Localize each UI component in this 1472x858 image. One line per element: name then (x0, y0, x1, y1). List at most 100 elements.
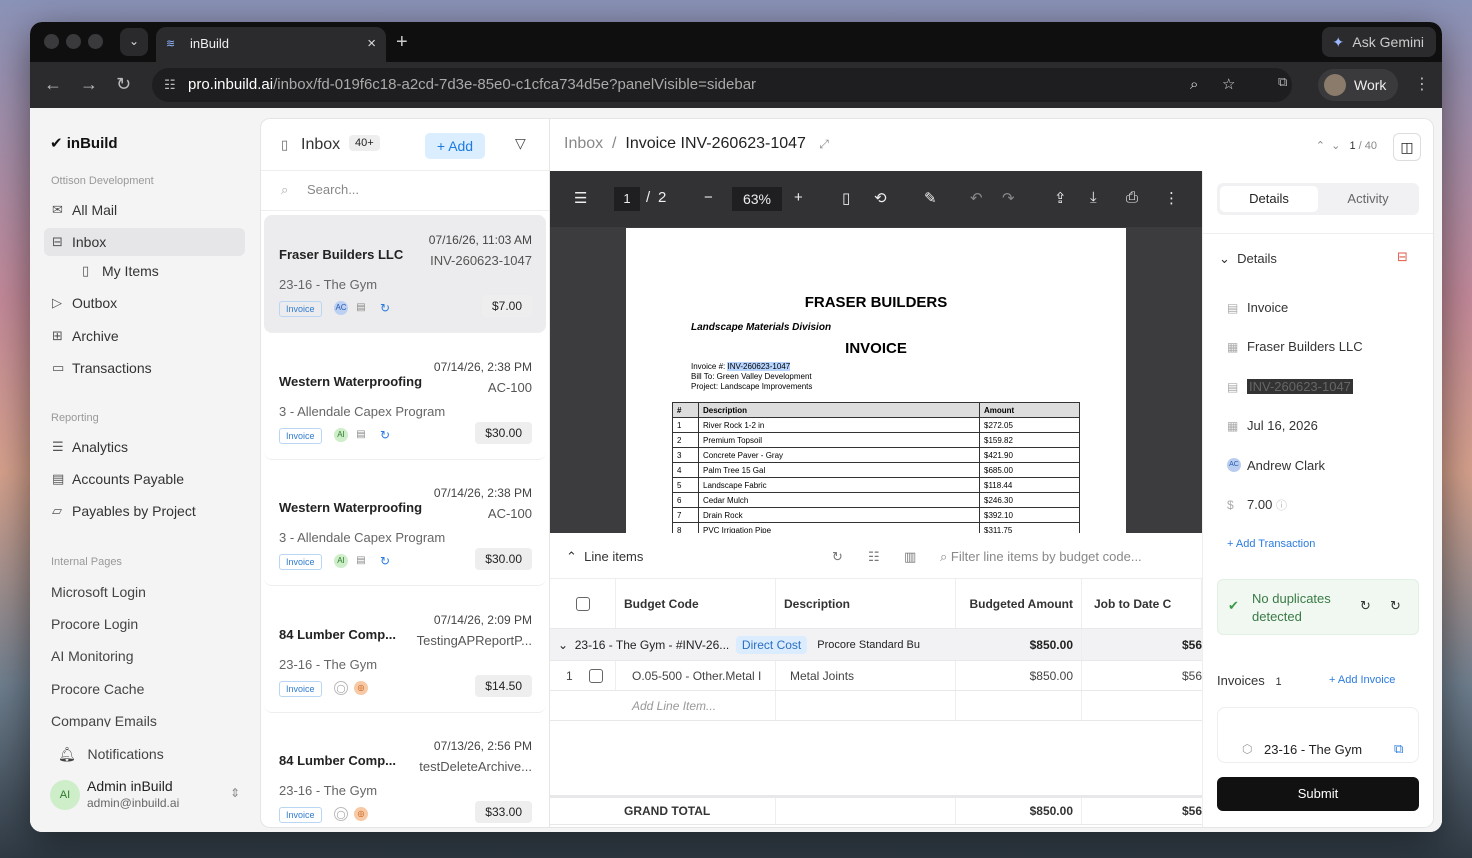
col-budgeted-amount[interactable]: Budgeted Amount (956, 579, 1082, 628)
site-settings-icon[interactable]: ☷ (164, 68, 176, 102)
inbox-item[interactable]: 84 Lumber Comp... 07/13/26, 2:56 PM test… (264, 721, 546, 832)
redo-icon[interactable]: ↷ (1002, 189, 1015, 207)
upload-drive-icon[interactable]: ⇪ (1054, 189, 1067, 207)
external-link-icon[interactable]: ⧉ (1394, 741, 1403, 757)
search-input[interactable]: ⌕ Search... (261, 171, 549, 211)
details-section-toggle[interactable]: ⌄ Details (1219, 251, 1277, 267)
sync-icon[interactable]: ↻ (1390, 598, 1401, 614)
back-icon[interactable]: ← (44, 74, 62, 94)
inbox-item[interactable]: 84 Lumber Comp... 07/14/26, 2:09 PM Test… (264, 595, 546, 713)
detail-amount[interactable]: 7.00 ⓘ (1247, 497, 1287, 513)
select-all-checkbox[interactable] (575, 596, 590, 611)
refresh-icon[interactable]: ↻ (832, 549, 843, 565)
sidebar-item-payables-by-project[interactable]: ▱ Payables by Project (44, 497, 245, 525)
page-link-procore-login[interactable]: Procore Login (51, 616, 138, 632)
rotate-icon[interactable]: ⟲ (874, 189, 887, 207)
close-window-button[interactable] (44, 34, 59, 49)
add-line-item-row[interactable]: Add Line Item... (550, 691, 1202, 721)
close-tab-icon[interactable]: × (367, 27, 376, 61)
sidebar-item-transactions[interactable]: ▭ Transactions (44, 354, 245, 382)
sidebar-toggle-icon[interactable]: ▯ (281, 137, 288, 153)
row-amount[interactable]: $850.00 (956, 661, 1082, 690)
rows-icon[interactable]: ☷ (868, 549, 880, 565)
refresh-icon[interactable]: ↻ (1360, 598, 1371, 614)
columns-icon[interactable]: ▥ (904, 549, 916, 565)
detail-date[interactable]: Jul 16, 2026 (1247, 418, 1318, 433)
sidebar-item-my-items[interactable]: ▯ My Items (74, 257, 244, 285)
minimize-window-button[interactable] (66, 34, 81, 49)
notifications-link[interactable]: 🔔︎ Notifications (58, 746, 164, 763)
page-link-company-emails[interactable]: Company Emails (51, 713, 157, 727)
inbox-item[interactable]: Western Waterproofing 07/14/26, 2:38 PM … (264, 468, 546, 586)
pdf-menu-icon[interactable]: ☰ (574, 189, 587, 207)
chevron-down-icon[interactable]: ⌄ (1331, 140, 1340, 152)
zoom-window-button[interactable] (88, 34, 103, 49)
tab-search-button[interactable]: ⌄ (120, 28, 148, 56)
row-budget-code[interactable]: O.05-500 - Other.Metal I (616, 661, 776, 690)
download-icon[interactable]: ⤓ (1090, 189, 1097, 206)
detail-invoice-number[interactable]: INV-260623-1047 (1247, 379, 1353, 394)
zoom-in-icon[interactable]: + (794, 189, 803, 206)
row-description[interactable]: Metal Joints (776, 661, 956, 690)
archive-icon[interactable]: ⊟ (1397, 249, 1408, 265)
add-transaction-button[interactable]: + Add Transaction (1227, 538, 1315, 550)
detail-vendor[interactable]: Fraser Builders LLC (1247, 339, 1363, 354)
tab-details[interactable]: Details (1220, 186, 1318, 212)
fit-page-icon[interactable]: ▯ (842, 189, 850, 207)
sidebar-item-accounts-payable[interactable]: ▤ Accounts Payable (44, 465, 245, 493)
col-job-to-date[interactable]: Job to Date C (1082, 579, 1202, 628)
expand-icon[interactable]: ⤢ (819, 137, 829, 151)
add-button[interactable]: + Add (425, 133, 485, 159)
zoom-out-icon[interactable]: − (704, 189, 713, 206)
invoice-project-card[interactable]: ⬡ 23-16 - The Gym ⧉ (1217, 707, 1419, 763)
pdf-more-icon[interactable]: ⋮ (1164, 189, 1179, 207)
panel-toggle-icon[interactable]: ◫ (1393, 133, 1421, 161)
detail-type[interactable]: Invoice (1247, 300, 1288, 315)
row-checkbox[interactable] (588, 668, 603, 683)
bookmark-star-icon[interactable]: ☆ (1222, 68, 1235, 102)
filter-icon[interactable]: ▽ (515, 135, 526, 152)
page-link-ai-monitoring[interactable]: AI Monitoring (51, 648, 133, 664)
chevron-up-icon[interactable]: ⌃ (1316, 140, 1325, 152)
extensions-icon[interactable]: ⧉ (1278, 74, 1287, 90)
info-icon[interactable]: ⓘ (1276, 500, 1287, 512)
sidebar-item-archive[interactable]: ⊞ Archive (44, 322, 245, 350)
add-line-item[interactable]: Add Line Item... (616, 691, 776, 720)
logo[interactable]: ✔ inBuild (50, 134, 118, 152)
detail-assignee[interactable]: Andrew Clark (1247, 458, 1325, 473)
url-input[interactable]: ☷ pro.inbuild.ai/inbox/fd-019f6c18-a2cd-… (152, 68, 1292, 102)
inbox-item[interactable]: Western Waterproofing 07/14/26, 2:38 PM … (264, 342, 546, 460)
sidebar-item-outbox[interactable]: ▷ Outbox (44, 289, 245, 317)
table-row[interactable]: 1 O.05-500 - Other.Metal I Metal Joints … (550, 661, 1202, 691)
pdf-page-input[interactable]: 1 (614, 187, 640, 211)
zoom-icon[interactable]: ⌕ (1190, 68, 1198, 102)
line-item-filter-input[interactable]: ⌕ Filter line items by budget code... (940, 549, 1142, 565)
print-icon[interactable]: ⎙ (1126, 189, 1138, 206)
browser-menu-icon[interactable]: ⋮ (1414, 74, 1430, 94)
chevron-down-icon[interactable]: ⌄ (558, 638, 568, 652)
forward-icon[interactable]: → (80, 74, 98, 94)
new-tab-button[interactable]: + (396, 28, 408, 56)
page-link-microsoft-login[interactable]: Microsoft Login (51, 584, 146, 600)
sidebar-item-all-mail[interactable]: ✉ All Mail (44, 196, 245, 224)
add-invoice-button[interactable]: + Add Invoice (1329, 674, 1395, 686)
undo-icon[interactable]: ↶ (970, 189, 983, 207)
reload-icon[interactable]: ↻ (116, 74, 131, 94)
page-link-procore-cache[interactable]: Procore Cache (51, 681, 144, 697)
inbox-item[interactable]: Fraser Builders LLC 07/16/26, 11:03 AM I… (264, 215, 546, 333)
breadcrumb-inbox[interactable]: Inbox (564, 135, 603, 152)
sidebar-item-analytics[interactable]: ☰ Analytics (44, 433, 245, 461)
pdf-zoom-input[interactable]: 63% (732, 187, 782, 211)
group-row[interactable]: ⌄ 23-16 - The Gym - #INV-26... Direct Co… (550, 629, 1202, 661)
tab-activity[interactable]: Activity (1320, 186, 1416, 212)
col-budget-code[interactable]: Budget Code (616, 579, 776, 628)
user-menu[interactable]: AI Admin inBuild admin@inbuild.ai ⇕ (50, 776, 250, 816)
submit-button[interactable]: Submit (1217, 777, 1419, 811)
ask-gemini-button[interactable]: ✦ Ask Gemini (1322, 27, 1436, 57)
col-description[interactable]: Description (776, 579, 956, 628)
browser-tab[interactable]: ≋ inBuild × (156, 27, 386, 62)
profile-button[interactable]: Work (1318, 69, 1399, 101)
line-items-toggle[interactable]: ⌃ Line items (566, 549, 643, 565)
sidebar-item-inbox[interactable]: ⊟ Inbox (44, 228, 245, 256)
annotate-icon[interactable]: ✎ (924, 189, 937, 207)
